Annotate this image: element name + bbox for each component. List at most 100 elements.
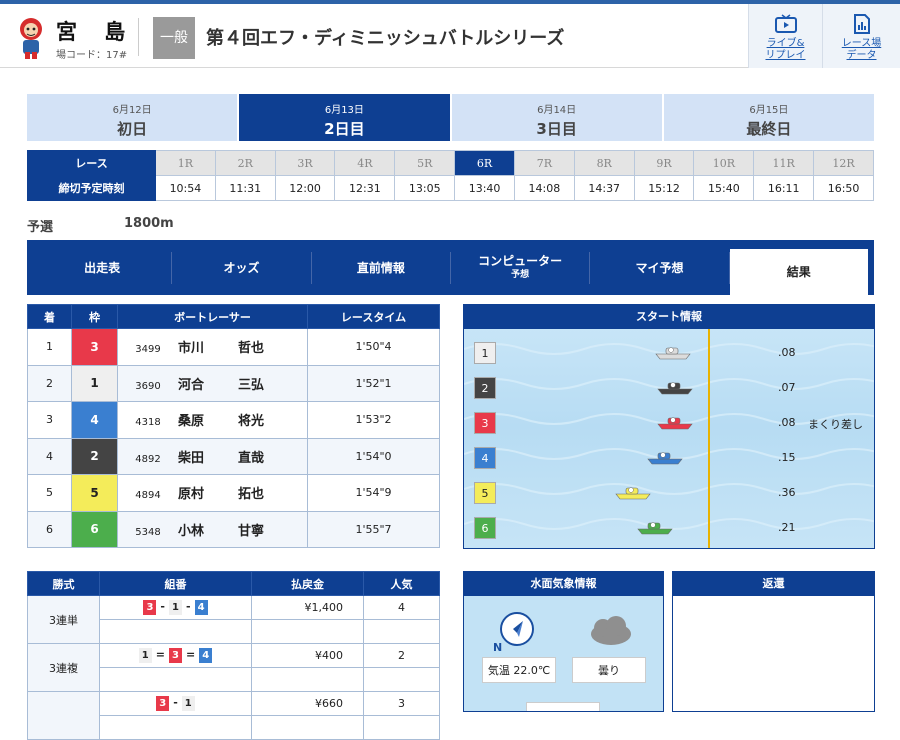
- content-tabs: 出走表 オッズ 直前情報 コンピューター 予想 マイ予想 結果: [27, 240, 874, 295]
- live-label-2: リプレイ: [765, 50, 806, 61]
- deadline-time: 14:08: [513, 175, 575, 201]
- boat-icon: [657, 417, 693, 430]
- race-type: 予選: [27, 220, 54, 235]
- weather-title: 水面気象情報: [464, 572, 663, 596]
- racer-id: 4318: [135, 417, 161, 429]
- race-tab-9r[interactable]: 9R: [633, 150, 695, 176]
- col-payout: 払戻金: [251, 571, 364, 596]
- deadline-time: 15:12: [633, 175, 695, 201]
- start-line: [708, 329, 710, 548]
- deadline-time: 11:31: [214, 175, 276, 201]
- empty-cell: [251, 715, 364, 740]
- venue-data-button[interactable]: レース場 データ: [822, 4, 900, 68]
- lane-badge: 2: [474, 377, 496, 399]
- tab-label: 出走表: [84, 260, 121, 275]
- race-tab-4r[interactable]: 4R: [334, 150, 396, 176]
- racer-first-name: 哲也: [238, 341, 265, 357]
- tab-results[interactable]: 結果: [729, 249, 868, 295]
- weather-panel: 水面気象情報 N 気温 22.0℃ 曇り: [463, 571, 664, 712]
- racer-cell: 3499 市川 哲也: [117, 328, 308, 366]
- racer-last-name: 市川: [178, 341, 205, 357]
- finish-place: 2: [27, 364, 72, 402]
- result-row: 5 5 4894 原村 拓也 1'54"9: [27, 474, 440, 512]
- race-tab-11r[interactable]: 11R: [753, 150, 815, 176]
- racer-last-name: 河合: [178, 377, 205, 393]
- col-race-time: レースタイム: [307, 304, 440, 329]
- frame-number: 3: [71, 328, 118, 366]
- refund-title: 返還: [673, 572, 874, 596]
- combo-number: 4: [199, 648, 213, 663]
- combo-separator: -: [173, 696, 178, 709]
- racer-first-name: 直哉: [238, 450, 265, 466]
- race-tab-3r[interactable]: 3R: [274, 150, 336, 176]
- racer-id: 5348: [135, 526, 161, 538]
- tab-pre-info[interactable]: 直前情報: [312, 251, 451, 284]
- start-timing: .15: [778, 451, 796, 464]
- combo-number: 1: [169, 600, 182, 615]
- deadline-time: 16:50: [813, 175, 874, 201]
- race-time: 1'54"0: [307, 437, 440, 475]
- finish-place: 5: [27, 474, 72, 512]
- refund-panel: 返還: [672, 571, 875, 712]
- day-date: 6月12日: [112, 105, 152, 116]
- day-date: 6月14日: [537, 105, 577, 116]
- day-tab-4[interactable]: 6月15日 最終日: [663, 94, 874, 141]
- racer-first-name: 拓也: [238, 487, 265, 503]
- frame-number: 2: [71, 437, 118, 475]
- result-table: 着 枠 ボートレーサー レースタイム 1 3 3499 市川 哲也 1'50"4 2 1 369…: [27, 304, 440, 548]
- bet-type: [27, 691, 100, 740]
- payout-row: 3連複 1 = 3 = 4 ¥400 2: [27, 643, 440, 692]
- weather-condition: 曇り: [572, 657, 646, 683]
- col-combination: 組番: [99, 571, 252, 596]
- race-row-label: レース: [27, 150, 156, 176]
- frame-number: 1: [71, 364, 118, 402]
- day-tab-3[interactable]: 6月14日 3日目: [451, 94, 662, 141]
- day-name: 3日目: [536, 120, 577, 138]
- day-tab-2[interactable]: 6月13日 2日目: [239, 94, 450, 141]
- start-info-panel: スタート情報 1 2 3 4 5 6 .08 .07 .08 まくり差し .15 .36 .21: [463, 304, 875, 549]
- racer-last-name: 原村: [178, 487, 205, 503]
- frame-number: 5: [71, 474, 118, 512]
- racer-last-name: 小林: [178, 523, 205, 539]
- start-row: 5: [474, 481, 496, 505]
- day-tab-1[interactable]: 6月12日 初日: [27, 94, 238, 141]
- race-tab-2r[interactable]: 2R: [214, 150, 276, 176]
- tab-entry-list[interactable]: 出走表: [33, 251, 173, 284]
- racer-first-name: 将光: [238, 414, 265, 430]
- racer-id: 3690: [135, 380, 161, 392]
- race-tab-7r[interactable]: 7R: [513, 150, 575, 176]
- data-label-1: レース場: [841, 38, 882, 49]
- finish-place: 4: [27, 437, 72, 475]
- tab-odds[interactable]: オッズ: [172, 251, 312, 284]
- race-tab-12r[interactable]: 12R: [813, 150, 874, 176]
- wind-north-label: N: [493, 641, 503, 654]
- bet-type: 3連複: [27, 643, 100, 692]
- col-place: 着: [27, 304, 72, 329]
- tab-my-prediction[interactable]: マイ予想: [590, 251, 730, 284]
- racer-cell: 5348 小林 甘寧: [117, 510, 308, 548]
- day-date: 6月13日: [324, 105, 364, 116]
- race-time: 1'55"7: [307, 510, 440, 548]
- race-tab-8r[interactable]: 8R: [573, 150, 635, 176]
- finish-place: 3: [27, 401, 72, 439]
- combo-number: 3: [156, 696, 170, 711]
- race-time: 1'50"4: [307, 328, 440, 366]
- empty-cell: [363, 619, 440, 644]
- empty-cell: [363, 715, 440, 740]
- race-tab-1r[interactable]: 1R: [155, 150, 216, 176]
- live-replay-button[interactable]: ライブ& リプレイ: [748, 4, 822, 68]
- result-row: 6 6 5348 小林 甘寧 1'55"7: [27, 510, 440, 548]
- tab-label: 結果: [786, 265, 811, 279]
- lane-badge: 5: [474, 482, 496, 504]
- race-tab-10r[interactable]: 10R: [693, 150, 755, 176]
- tab-computer-prediction[interactable]: コンピューター 予想: [451, 251, 591, 284]
- start-row: 4: [474, 446, 496, 470]
- day-date: 6月15日: [749, 105, 789, 116]
- air-temperature: 気温 22.0℃: [482, 657, 556, 683]
- race-tab-6r[interactable]: 6R: [454, 150, 515, 176]
- race-time: 1'52"1: [307, 364, 440, 402]
- boat-icon: [647, 452, 683, 465]
- race-time: 1'53"2: [307, 401, 440, 439]
- race-tab-5r[interactable]: 5R: [394, 150, 456, 176]
- popularity: 4: [363, 595, 440, 620]
